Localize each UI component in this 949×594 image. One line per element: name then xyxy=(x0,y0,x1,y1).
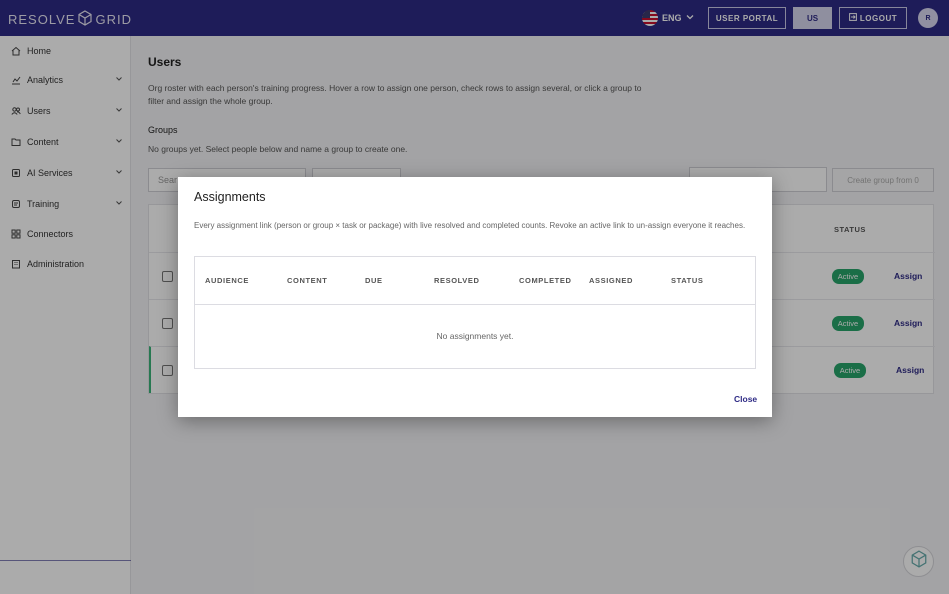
close-button[interactable]: Close xyxy=(734,394,757,404)
modal-description: Every assignment link (person or group ×… xyxy=(194,221,746,230)
column-header-due: DUE xyxy=(365,276,383,285)
empty-state-text: No assignments yet. xyxy=(436,331,514,341)
column-header-audience: AUDIENCE xyxy=(205,276,249,285)
column-header-status: STATUS xyxy=(671,276,704,285)
modal-title: Assignments xyxy=(194,190,266,204)
column-header-content: CONTENT xyxy=(287,276,328,285)
column-header-assigned: ASSIGNED xyxy=(589,276,633,285)
assignments-modal: Assignments Every assignment link (perso… xyxy=(178,177,772,417)
table-header: AUDIENCE CONTENT DUE RESOLVED COMPLETED … xyxy=(195,257,755,305)
column-header-resolved: RESOLVED xyxy=(434,276,480,285)
column-header-completed: COMPLETED xyxy=(519,276,572,285)
assignments-table: AUDIENCE CONTENT DUE RESOLVED COMPLETED … xyxy=(194,256,756,369)
